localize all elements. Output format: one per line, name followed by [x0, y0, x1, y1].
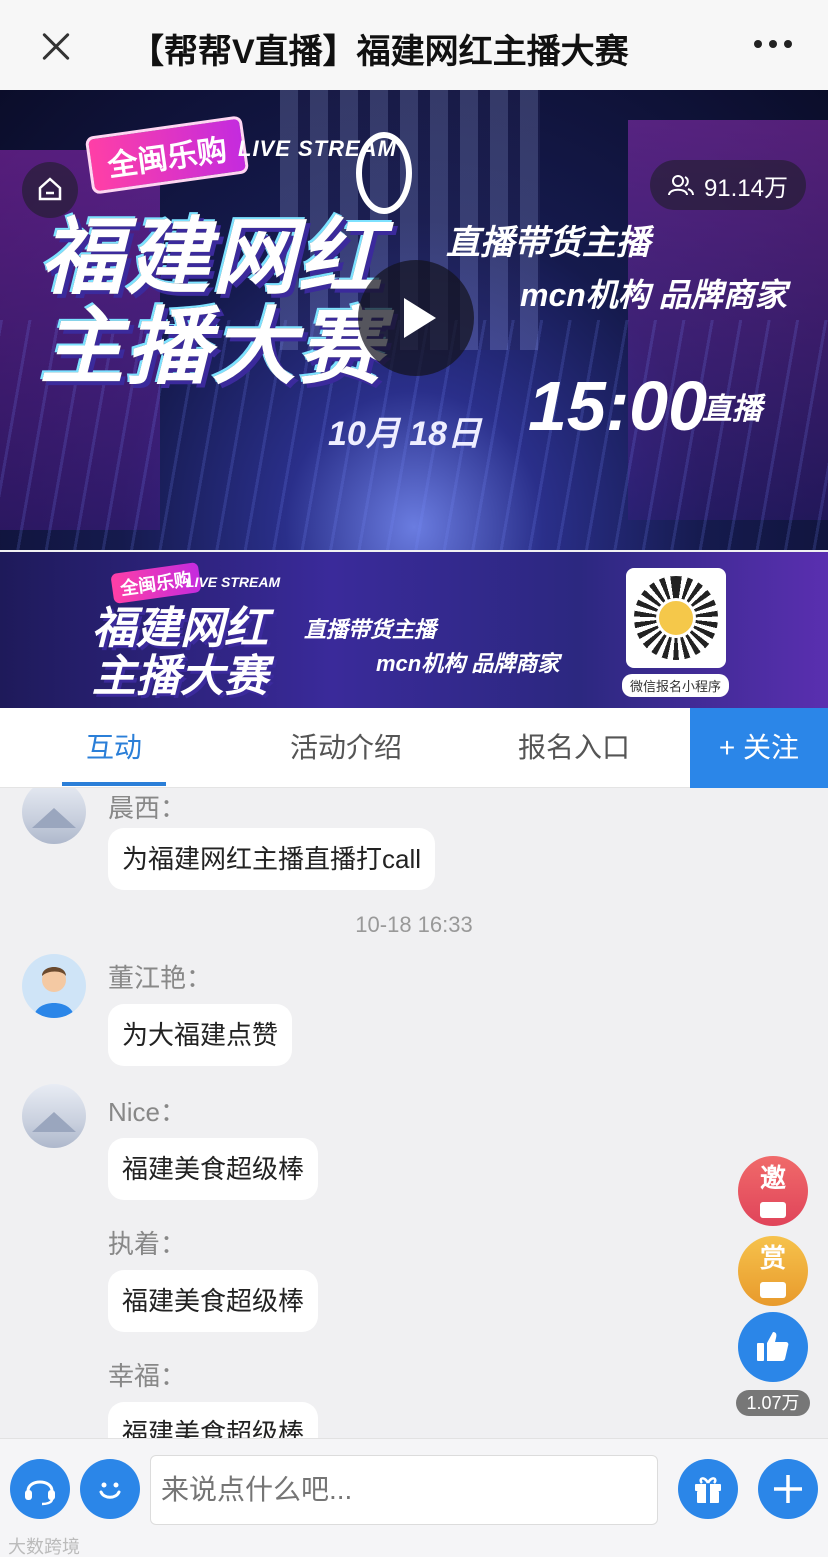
people-icon [667, 175, 694, 196]
promo-banner[interactable]: 全闽乐购 LIVE STREAM 福建网红 主播大赛 直播带货主播 mcn机构 … [0, 552, 828, 708]
follow-button[interactable]: + 关注 [690, 708, 828, 788]
banner-title-line2: 主播大赛 [92, 652, 268, 701]
thumbs-up-icon [757, 1332, 789, 1361]
tab-bar: 互动 活动介绍 报名入口 + 关注 [0, 708, 828, 788]
poster-slogan-line2: mcn机构 品牌商家 [520, 277, 787, 313]
tab-interact[interactable]: 互动 [86, 708, 142, 788]
play-icon[interactable] [358, 260, 474, 376]
more-actions-button[interactable] [758, 1459, 818, 1519]
page-title: 【帮帮V直播】福建网红主播大赛 [130, 33, 629, 71]
banner-live-stream-label: LIVE STREAM [186, 574, 281, 590]
poster-slogan-line1: 直播带货主播 [446, 224, 650, 262]
invite-button[interactable]: 邀 [738, 1156, 808, 1226]
chat-bubble: 为福建网红主播直播打call [108, 828, 436, 890]
like-count: 1.07万 [736, 1390, 810, 1416]
smiley-icon [99, 1482, 121, 1499]
reward-button[interactable]: 赏 [738, 1236, 808, 1306]
avatar [22, 1084, 86, 1148]
gift-icon [695, 1477, 721, 1503]
chat-bubble: 福建美食超级棒 [108, 1402, 319, 1438]
banner-slogan-line2: mcn机构 品牌商家 [376, 651, 560, 676]
poster-title-line2: 主播大赛 [40, 300, 385, 394]
home-icon[interactable] [22, 162, 78, 218]
envelope-icon [760, 1202, 786, 1218]
banner-slogan-line1: 直播带货主播 [304, 617, 437, 642]
headset-icon [25, 1480, 55, 1506]
plus-icon [774, 1475, 802, 1503]
reward-label: 赏 [759, 1243, 786, 1273]
chat-bubble: 福建美食超级棒 [108, 1138, 319, 1200]
emoji-button[interactable] [80, 1459, 140, 1519]
like-button[interactable] [738, 1312, 808, 1382]
viewer-count-value: 91.14万 [703, 174, 788, 202]
envelope-icon [760, 1282, 786, 1298]
chat-username: Nice： [108, 1097, 187, 1127]
tab-intro[interactable]: 活动介绍 [290, 708, 402, 788]
video-player[interactable]: 全闽乐购 LIVE STREAM 福建网红 主播大赛 直播带货主播 mcn机构 … [0, 90, 828, 550]
watermark: 大数跨境 [8, 1537, 80, 1557]
active-tab-indicator [62, 782, 166, 786]
chat-list[interactable]: 晨西： 为福建网红主播直播打call 10-18 16:33 董江艳： 为大福建… [0, 788, 828, 1438]
chat-username: 晨西： [108, 793, 187, 823]
chat-username: 幸福： [108, 1361, 187, 1391]
chat-username: 执着： [108, 1229, 187, 1259]
comment-input[interactable] [150, 1455, 658, 1525]
chat-bubble: 为大福建点赞 [108, 1004, 293, 1066]
avatar [22, 788, 86, 844]
gift-button[interactable] [678, 1459, 738, 1519]
chat-username: 董江艳： [108, 963, 213, 993]
event-live-word: 直播 [702, 393, 762, 426]
live-stream-label: LIVE STREAM [238, 136, 397, 161]
invite-label: 邀 [759, 1163, 786, 1193]
qr-code [626, 568, 726, 668]
close-icon[interactable] [36, 27, 76, 67]
event-date: 10月 18日 [328, 415, 482, 453]
avatar [22, 954, 86, 1018]
top-bar: 【帮帮V直播】福建网红主播大赛 [0, 0, 828, 90]
qr-caption: 微信报名小程序 [622, 674, 730, 697]
promo-tag: 全闽乐购 [84, 115, 250, 195]
event-time: 15:00 [528, 367, 708, 445]
chat-bubble: 福建美食超级棒 [108, 1270, 319, 1332]
comment-bar: 大数跨境 [0, 1438, 828, 1557]
chat-timestamp: 10-18 16:33 [355, 912, 473, 937]
more-icon[interactable] [754, 40, 792, 48]
tab-signup[interactable]: 报名入口 [518, 708, 630, 788]
viewer-count: 91.14万 [649, 160, 806, 210]
customer-service-button[interactable] [10, 1459, 70, 1519]
